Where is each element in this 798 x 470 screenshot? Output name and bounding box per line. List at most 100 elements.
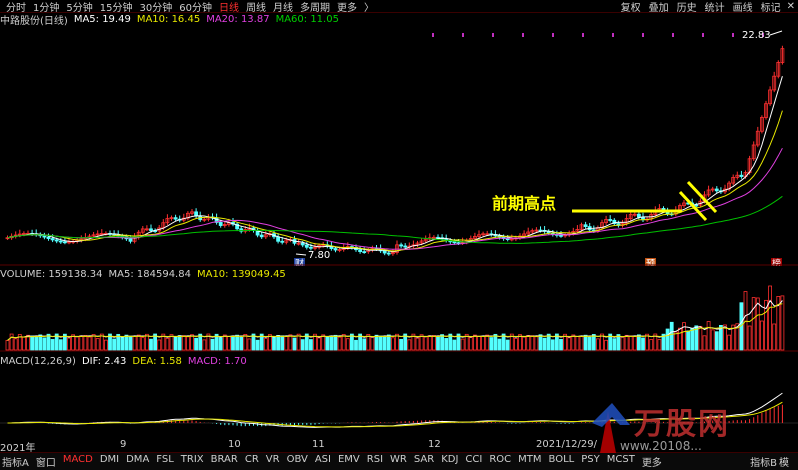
timeframe-tab[interactable]: 5分钟 xyxy=(66,0,92,14)
candle-body xyxy=(218,222,223,226)
volume-info-bar: VOLUME: 159138.34 MA5: 184594.84 MA10: 1… xyxy=(0,268,292,280)
timeframe-tab[interactable]: 周线 xyxy=(246,0,266,14)
volume-bar xyxy=(87,336,92,351)
timeframe-tab[interactable]: 15分钟 xyxy=(100,0,133,14)
volume-bar xyxy=(181,335,186,351)
price-info-bar: 中路股份(日线) MA5: 19.49 MA10: 16.45 MA20: 13… xyxy=(0,13,345,27)
volume-bar xyxy=(423,336,428,351)
timeframe-tab[interactable]: 日线 xyxy=(219,0,239,14)
indicator-tab[interactable]: MACD xyxy=(63,454,93,469)
ma5-readout: MA5: 19.49 xyxy=(73,13,131,25)
volume-bar xyxy=(497,338,502,351)
indicator-a-label[interactable]: 指标A xyxy=(2,454,29,469)
indicator-tab[interactable]: VR xyxy=(266,454,280,469)
volume-bar xyxy=(612,338,617,351)
indicator-tab[interactable]: EMV xyxy=(338,454,360,469)
volume-bar xyxy=(337,336,342,351)
volume-bar xyxy=(83,335,88,351)
indicator-tab[interactable]: ROC xyxy=(489,454,511,469)
volume-bar xyxy=(272,336,276,351)
indicator-tab[interactable]: FSL xyxy=(156,454,174,469)
indicator-tab[interactable]: WR xyxy=(390,454,407,469)
candle-body xyxy=(583,224,588,227)
indicator-tab[interactable]: CCI xyxy=(465,454,482,469)
indicator-tab[interactable]: DMI xyxy=(100,454,119,469)
right-menu-item[interactable]: 复权 xyxy=(621,0,641,14)
macd-info-bar: MACD(12,26,9) DIF: 2.43 DEA: 1.58 MACD: … xyxy=(0,355,253,367)
volume-bar xyxy=(386,334,391,351)
volume-bar xyxy=(374,334,379,351)
right-menu-item[interactable]: 标记 xyxy=(761,0,781,14)
right-menu-item[interactable]: 画线 xyxy=(733,0,753,14)
volume-ma10-readout: MA10: 139049.45 xyxy=(196,268,286,280)
volume-bar xyxy=(673,331,678,351)
volume-bar xyxy=(526,335,531,351)
window-label[interactable]: 窗口 xyxy=(36,454,56,469)
volume-bar xyxy=(329,335,334,351)
volume-bar xyxy=(468,337,473,351)
candle-body xyxy=(452,241,457,244)
candle-body xyxy=(739,174,744,177)
volume-bar xyxy=(378,335,383,351)
event-marker xyxy=(522,33,524,37)
event-marker xyxy=(552,33,554,37)
more-chevron-icon[interactable]: 〉 xyxy=(364,0,374,14)
volume-chart[interactable] xyxy=(0,280,798,352)
volume-bar xyxy=(587,336,592,351)
indicator-tab[interactable]: ASI xyxy=(315,454,331,469)
timeframe-tab[interactable]: 多周期 xyxy=(300,0,330,14)
indicator-tab[interactable]: OBV xyxy=(287,454,308,469)
ma20-line xyxy=(7,147,783,250)
volume-bar xyxy=(239,336,244,351)
volume-bar xyxy=(407,339,412,351)
volume-bar xyxy=(58,339,63,351)
indicator-tab[interactable]: MTM xyxy=(518,454,541,469)
indicator-extra-label[interactable]: 模 xyxy=(779,454,789,469)
indicator-tab[interactable]: BOLL xyxy=(549,454,575,469)
volume-bar xyxy=(308,339,313,351)
volume-bar xyxy=(321,334,326,351)
volume-bar xyxy=(481,335,486,351)
volume-bar xyxy=(284,336,289,351)
volume-bar xyxy=(38,334,43,351)
volume-bar xyxy=(772,323,777,351)
indicator-tab[interactable]: CR xyxy=(245,454,259,469)
volume-bar xyxy=(632,336,637,351)
volume-bar xyxy=(489,337,494,351)
volume-bar xyxy=(399,338,404,351)
indicator-tab[interactable]: TRIX xyxy=(181,454,204,469)
volume-readout: VOLUME: 159138.34 xyxy=(0,268,103,280)
indicator-tab[interactable]: KDJ xyxy=(441,454,458,469)
timeframe-tab[interactable]: 月线 xyxy=(273,0,293,14)
volume-bar xyxy=(567,337,572,351)
volume-bar xyxy=(530,335,535,351)
volume-bar xyxy=(436,336,440,351)
volume-bar xyxy=(427,335,432,351)
indicator-tab[interactable]: SAR xyxy=(414,454,434,469)
close-icon[interactable]: ✕ xyxy=(787,1,795,12)
volume-bar xyxy=(657,339,662,351)
volume-bar xyxy=(157,339,162,351)
volume-bar xyxy=(768,285,772,351)
volume-bar xyxy=(604,339,608,351)
volume-bar xyxy=(255,339,260,351)
timeframe-tab[interactable]: 30分钟 xyxy=(139,0,172,14)
timeframe-tab[interactable]: 60分钟 xyxy=(179,0,212,14)
event-marker xyxy=(582,33,584,37)
indicator-tab[interactable]: RSI xyxy=(367,454,383,469)
right-menu-item[interactable]: 叠加 xyxy=(649,0,669,14)
volume-bar xyxy=(226,335,231,351)
timeframe-tab[interactable]: 更多 xyxy=(337,0,357,14)
volume-bar xyxy=(382,335,387,351)
right-menu-item[interactable]: 统计 xyxy=(705,0,725,14)
candle-body xyxy=(54,239,59,242)
x-axis-label: 9 xyxy=(120,439,127,450)
watermark-text: 万股网 xyxy=(634,407,730,442)
indicator-tab[interactable]: DMA xyxy=(126,454,149,469)
volume-bar xyxy=(300,339,305,351)
right-menu-item[interactable]: 历史 xyxy=(677,0,697,14)
indicator-tab[interactable]: BRAR xyxy=(211,454,238,469)
price-chart[interactable]: 前期高点22.837.80财预榜 xyxy=(0,26,798,266)
candle-body xyxy=(559,234,563,237)
candle-body xyxy=(149,228,153,231)
